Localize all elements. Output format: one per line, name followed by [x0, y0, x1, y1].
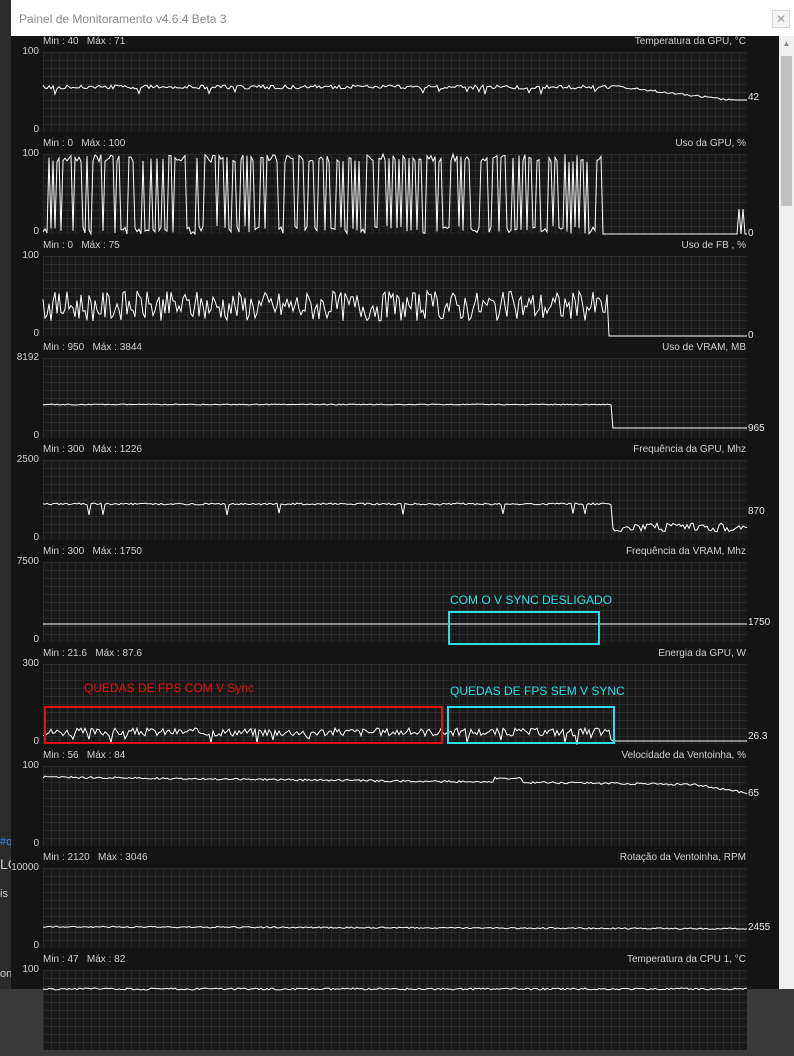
graph-current-value: 965	[748, 422, 765, 434]
graph-minmax: Min : 300 Máx : 1750	[43, 546, 142, 557]
graph-panel: Min : 0 Máx : 100 Uso da GPU, % 100 0 0	[11, 138, 779, 240]
graph-title: Uso de VRAM, MB	[662, 342, 746, 353]
drops-with-vsync-label: QUEDAS DE FPS COM V Sync	[84, 681, 255, 695]
graph-panel: Min : 300 Máx : 1226 Frequência da GPU, M…	[11, 444, 779, 546]
graph-title: Uso de FB , %	[681, 240, 746, 251]
graph-minmax: Min : 2120 Máx : 3046	[43, 852, 148, 863]
graph-line-chart	[42, 84, 747, 101]
graph-y-min-label: 0	[33, 124, 39, 135]
graph-y-max-label: 100	[22, 46, 39, 57]
graph-minmax: Min : 0 Máx : 75	[43, 240, 120, 251]
graph-series-line	[42, 925, 748, 930]
graph-current-value: 0	[748, 330, 754, 341]
graph-current-value: 65	[748, 788, 760, 799]
graph-current-value: 1750	[748, 617, 771, 629]
drops-without-vsync-box	[447, 706, 615, 744]
graph-y-min-label: 0	[33, 838, 39, 849]
graph-series-line	[42, 152, 747, 236]
graph-minmax: Min : 300 Máx : 1226	[43, 444, 142, 455]
graph-y-max-label: 2500	[16, 454, 39, 465]
graph-y-min-label: 0	[33, 940, 39, 951]
graph-line-chart	[42, 502, 748, 533]
graph-panel: Min : 0 Máx : 75 Uso de FB , % 100 0 0	[11, 240, 779, 342]
graph-title: Rotação da Ventoinha, RPM	[619, 852, 746, 863]
graph-minmax: Min : 40 Máx : 71	[43, 36, 126, 47]
graph-line-chart	[42, 403, 747, 429]
drops-without-vsync-label: QUEDAS DE FPS SEM V SYNC	[450, 684, 625, 698]
graph-current-value: 26.3	[748, 730, 768, 742]
graph-line-chart	[42, 987, 748, 991]
graph-panel: Min : 47 Máx : 82 Temperatura da CPU 1, °…	[11, 954, 779, 1056]
graph-line-chart	[42, 925, 748, 930]
graph-y-max-label: 100	[22, 760, 39, 771]
graph-y-max-label: 300	[22, 658, 39, 669]
vsync-off-box	[448, 611, 600, 645]
graph-line-chart	[42, 152, 747, 236]
graph-series-line	[42, 289, 747, 337]
graph-title: Uso da GPU, %	[675, 138, 746, 149]
graph-line-chart	[42, 775, 748, 795]
background-text-fragment: is	[0, 888, 8, 900]
graph-series-line	[42, 403, 747, 429]
graph-series-line	[42, 987, 748, 991]
graph-y-max-label: 7500	[16, 556, 39, 567]
graph-panel: Min : 56 Máx : 84 Velocidade da Ventoinha…	[11, 750, 779, 852]
graph-panel: Min : 2120 Máx : 3046 Rotação da Ventoinh…	[11, 852, 779, 954]
graph-y-max-label: 10000	[11, 862, 39, 873]
graph-series-line	[42, 775, 748, 795]
close-button[interactable]: ✕	[772, 10, 790, 28]
graph-minmax: Min : 950 Máx : 3844	[43, 342, 142, 353]
title-bar[interactable]: Painel de Monitoramento v4.6.4 Beta 3 ✕	[11, 0, 794, 36]
scroll-up-arrow-icon[interactable]: ▲	[779, 36, 794, 52]
graph-y-min-label: 0	[33, 328, 39, 339]
graph-title: Temperatura da GPU, °C	[634, 36, 746, 47]
monitoring-window: Painel de Monitoramento v4.6.4 Beta 3 ✕ …	[11, 0, 794, 1050]
graph-y-max-label: 100	[22, 148, 39, 159]
vsync-off-label: COM O V SYNC DESLIGADO	[450, 593, 613, 607]
graph-y-max-label: 8192	[16, 352, 39, 363]
graph-y-min-label: 0	[33, 430, 39, 441]
graph-y-max-label: 100	[22, 250, 39, 261]
graphs-panel: Min : 40 Máx : 71 Temperatura da GPU, °C 1…	[11, 36, 779, 1050]
graph-panel: Min : 300 Máx : 1750 Frequência da VRAM, …	[11, 546, 779, 648]
graph-title: Energia da GPU, W	[658, 648, 746, 659]
window-title: Painel de Monitoramento v4.6.4 Beta 3	[19, 12, 227, 26]
graph-minmax: Min : 56 Máx : 84	[43, 750, 126, 761]
scrollbar-thumb[interactable]	[781, 56, 792, 206]
graph-minmax: Min : 21.6 Máx : 87.6	[43, 648, 142, 659]
graph-panel: Min : 950 Máx : 3844 Uso de VRAM, MB 8192 0…	[11, 342, 779, 444]
graph-title: Frequência da VRAM, Mhz	[625, 546, 746, 557]
graph-current-value: 42	[748, 92, 760, 104]
graph-minmax: Min : 47 Máx : 82	[43, 954, 126, 965]
graph-y-max-label: 100	[22, 964, 39, 975]
graph-series-line	[42, 84, 747, 101]
graph-minmax: Min : 0 Máx : 100	[43, 138, 126, 149]
graph-current-value: 0	[748, 228, 754, 239]
graph-line-chart	[43, 623, 747, 625]
graph-current-value: 2455	[748, 922, 771, 934]
graph-series-line	[42, 502, 748, 533]
graph-line-chart	[42, 289, 747, 337]
graph-title: Temperatura da CPU 1, °C	[626, 954, 746, 965]
graph-y-min-label: 0	[33, 532, 39, 543]
graph-title: Frequência da GPU, Mhz	[633, 444, 746, 455]
drops-with-vsync-box	[44, 706, 443, 744]
graph-title: Velocidade da Ventoinha, %	[621, 750, 746, 761]
graph-y-min-label: 0	[33, 226, 39, 237]
graph-panel: Min : 40 Máx : 71 Temperatura da GPU, °C 1…	[11, 36, 779, 138]
graph-y-min-label: 0	[33, 736, 39, 747]
graph-current-value: 870	[748, 506, 765, 518]
vertical-scrollbar[interactable]: ▲	[779, 36, 794, 989]
graph-y-min-label: 0	[33, 634, 39, 645]
